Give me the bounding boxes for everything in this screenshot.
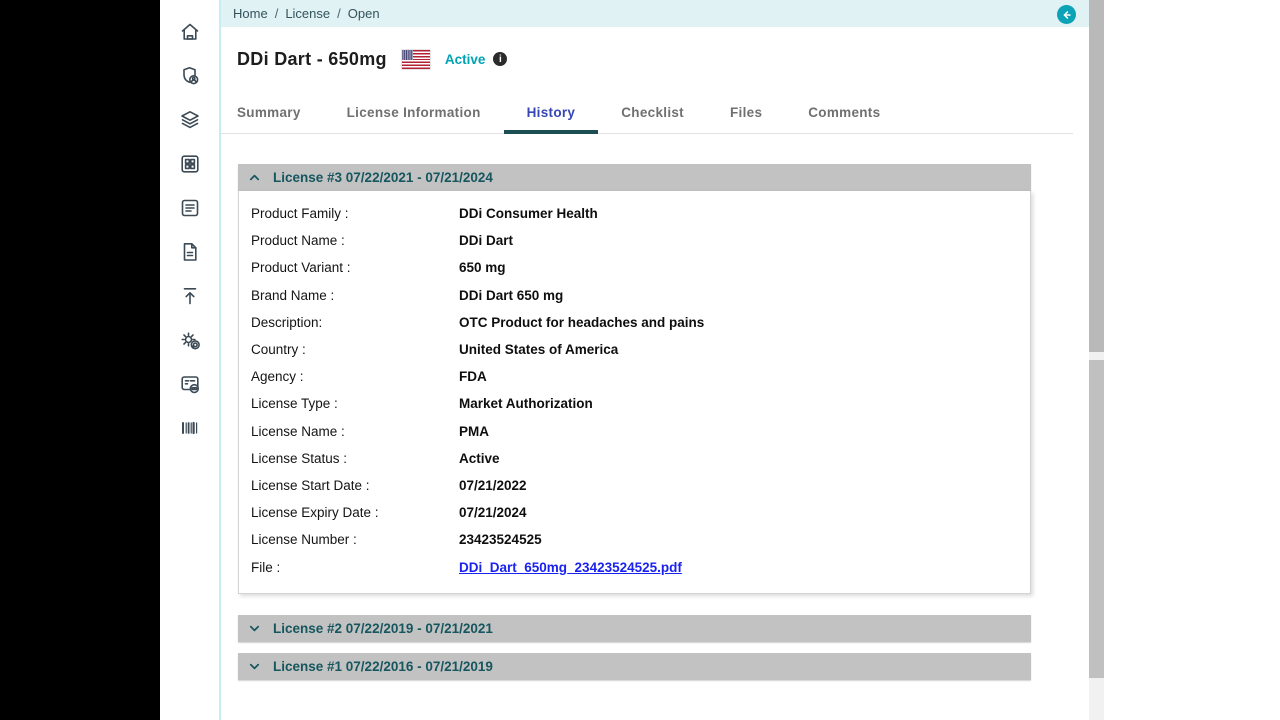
field-value: DDi Dart 650 mg: [459, 288, 563, 303]
accordion-license-2[interactable]: License #2 07/22/2019 - 07/21/2021: [238, 615, 1031, 642]
field-value: 650 mg: [459, 260, 506, 275]
license-file-link[interactable]: DDi_Dart_650mg_23423524525.pdf: [459, 560, 682, 575]
status-badge: Active: [445, 52, 486, 67]
field-row-license-status: License Status : Active: [239, 445, 1030, 472]
field-row-license-expiry-date: License Expiry Date : 07/21/2024: [239, 499, 1030, 526]
field-label: Country :: [251, 342, 459, 357]
tab-bar: Summary License Information History Chec…: [221, 100, 1073, 134]
field-label: Brand Name :: [251, 288, 459, 303]
accordion-title: License #1 07/22/2016 - 07/21/2019: [273, 659, 493, 674]
field-value: PMA: [459, 424, 489, 439]
field-value: OTC Product for headaches and pains: [459, 315, 704, 330]
field-label: Agency :: [251, 369, 459, 384]
us-flag-icon: [402, 50, 430, 69]
settings-sync-icon[interactable]: [178, 328, 202, 352]
field-label: Product Family :: [251, 206, 459, 221]
info-icon[interactable]: i: [493, 52, 507, 66]
back-arrow-icon: [1061, 9, 1073, 21]
breadcrumb-open[interactable]: Open: [348, 6, 380, 21]
field-value: Active: [459, 451, 500, 466]
field-row-product-variant: Product Variant : 650 mg: [239, 254, 1030, 281]
field-value: DDi Dart: [459, 233, 513, 248]
upload-icon[interactable]: [178, 284, 202, 308]
field-label: License Type :: [251, 396, 459, 411]
tab-summary[interactable]: Summary: [237, 105, 324, 133]
tab-license-information[interactable]: License Information: [324, 105, 504, 133]
breadcrumb-home[interactable]: Home: [233, 6, 268, 21]
left-letterbox: [0, 0, 160, 720]
document-icon[interactable]: [178, 240, 202, 264]
shield-user-icon[interactable]: [178, 64, 202, 88]
tab-comments[interactable]: Comments: [785, 105, 903, 133]
field-row-product-family: Product Family : DDi Consumer Health: [239, 200, 1030, 227]
field-label: Description:: [251, 315, 459, 330]
accordion-license-3[interactable]: License #3 07/22/2021 - 07/21/2024: [238, 164, 1031, 191]
chevron-down-icon: [247, 622, 262, 635]
field-label: Product Variant :: [251, 260, 459, 275]
scrollbar-thumb[interactable]: [1089, 360, 1104, 678]
field-row-license-number: License Number : 23423524525: [239, 526, 1030, 553]
home-icon[interactable]: [178, 20, 202, 44]
field-value: DDi Consumer Health: [459, 206, 598, 221]
accordion-title: License #2 07/22/2019 - 07/21/2021: [273, 621, 493, 636]
page-title: DDi Dart - 650mg: [237, 49, 387, 70]
field-label: License Expiry Date :: [251, 505, 459, 520]
field-row-license-name: License Name : PMA: [239, 418, 1030, 445]
chevron-down-icon: [247, 660, 262, 673]
card-link-icon[interactable]: [178, 372, 202, 396]
layers-icon[interactable]: [178, 108, 202, 132]
field-label: License Name :: [251, 424, 459, 439]
grid-icon[interactable]: [178, 152, 202, 176]
accordion-license-1[interactable]: License #1 07/22/2016 - 07/21/2019: [238, 653, 1031, 680]
field-row-description: Description: OTC Product for headaches a…: [239, 309, 1030, 336]
field-label: Product Name :: [251, 233, 459, 248]
field-value: Market Authorization: [459, 396, 593, 411]
license-3-details: Product Family : DDi Consumer Health Pro…: [238, 191, 1031, 594]
field-row-license-type: License Type : Market Authorization: [239, 390, 1030, 417]
main-content: Home / License / Open DDi Dart - 650mg A…: [221, 0, 1089, 720]
breadcrumb: Home / License / Open: [221, 0, 1089, 27]
tab-history[interactable]: History: [504, 105, 599, 133]
field-row-agency: Agency : FDA: [239, 363, 1030, 390]
field-row-country: Country : United States of America: [239, 336, 1030, 363]
field-value: United States of America: [459, 342, 618, 357]
breadcrumb-separator: /: [275, 6, 279, 21]
barcode-icon[interactable]: [178, 416, 202, 440]
field-value: 23423524525: [459, 532, 542, 547]
field-value: 07/21/2024: [459, 505, 527, 520]
field-label: License Number :: [251, 532, 459, 547]
scrollbar-thumb[interactable]: [1089, 0, 1104, 352]
scrollbar-track[interactable]: [1089, 0, 1104, 720]
field-row-product-name: Product Name : DDi Dart: [239, 227, 1030, 254]
field-label: File :: [251, 560, 459, 575]
field-label: License Start Date :: [251, 478, 459, 493]
title-row: DDi Dart - 650mg Active i: [237, 45, 1089, 73]
tab-files[interactable]: Files: [707, 105, 785, 133]
license-history-panel: License #3 07/22/2021 - 07/21/2024 Produ…: [238, 164, 1031, 680]
breadcrumb-license[interactable]: License: [285, 6, 330, 21]
article-icon[interactable]: [178, 196, 202, 220]
accordion-title: License #3 07/22/2021 - 07/21/2024: [273, 170, 493, 185]
back-button[interactable]: [1057, 5, 1076, 24]
tab-checklist[interactable]: Checklist: [598, 105, 707, 133]
icon-sidebar: [160, 0, 221, 720]
field-row-license-start-date: License Start Date : 07/21/2022: [239, 472, 1030, 499]
chevron-up-icon: [247, 171, 262, 184]
field-row-brand-name: Brand Name : DDi Dart 650 mg: [239, 282, 1030, 309]
field-row-file: File : DDi_Dart_650mg_23423524525.pdf: [239, 553, 1030, 580]
field-value: FDA: [459, 369, 487, 384]
field-value: 07/21/2022: [459, 478, 527, 493]
field-label: License Status :: [251, 451, 459, 466]
breadcrumb-separator: /: [337, 6, 341, 21]
